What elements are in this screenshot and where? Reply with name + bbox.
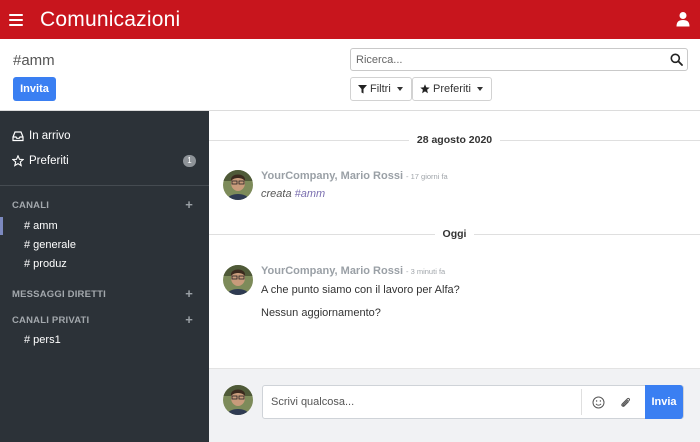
avatar[interactable]: [223, 170, 253, 200]
search-input[interactable]: [351, 49, 651, 70]
separator-line: [209, 233, 435, 235]
inbox-icon: [12, 131, 24, 142]
message-text: Nessun aggiornamento?: [261, 307, 381, 319]
sidebar: In arrivo Preferiti 1 CANALI + # amm # g…: [0, 111, 209, 442]
star-icon: [420, 84, 430, 94]
composer-box: [262, 385, 684, 419]
separator-line: [209, 139, 409, 141]
date-separator: 28 agosto 2020: [209, 133, 700, 147]
author-name[interactable]: YourCompany, Mario Rossi: [261, 170, 403, 182]
search-box: [350, 48, 688, 71]
message-text: A che punto siamo con il lavoro per Alfa…: [261, 284, 460, 296]
add-direct-message-button[interactable]: +: [185, 286, 193, 301]
message-time: - 17 giorni fa: [406, 172, 448, 181]
message-author: YourCompany, Mario Rossi - 17 giorni fa: [261, 170, 448, 182]
star-outline-icon: [12, 155, 24, 167]
top-bar: Comunicazioni: [0, 0, 700, 39]
separator-line: [500, 139, 700, 141]
message-time: - 3 minuti fa: [406, 267, 446, 276]
smiley-icon[interactable]: [592, 396, 605, 409]
date-separator-label: Oggi: [442, 228, 467, 240]
channels-heading: CANALI +: [12, 197, 197, 212]
message-input[interactable]: [271, 393, 571, 411]
message-text: creata: [261, 188, 295, 200]
composer-area: Invia: [209, 368, 700, 442]
private-channels-heading: CANALI PRIVATI +: [12, 312, 197, 327]
hamburger-icon[interactable]: [9, 13, 23, 26]
chevron-down-icon: [396, 87, 403, 91]
send-button[interactable]: Invia: [645, 385, 683, 419]
avatar[interactable]: [223, 265, 253, 295]
sidebar-item-starred[interactable]: Preferiti 1: [0, 151, 209, 171]
date-separator: Oggi: [209, 227, 700, 241]
user-icon[interactable]: [675, 11, 691, 27]
avatar: [223, 385, 253, 415]
separator-line: [474, 233, 700, 235]
sidebar-item-label: Preferiti: [29, 155, 69, 167]
invite-button[interactable]: Invita: [13, 77, 56, 101]
funnel-icon: [358, 84, 367, 93]
sidebar-channel-generale[interactable]: # generale: [0, 236, 209, 254]
channel-link[interactable]: #amm: [295, 188, 326, 200]
control-panel: #amm Invita Filtri Preferiti: [0, 39, 700, 111]
sidebar-channel-pers1[interactable]: # pers1: [0, 331, 209, 349]
favorites-label: Preferiti: [433, 83, 471, 95]
author-name[interactable]: YourCompany, Mario Rossi: [261, 265, 403, 277]
chevron-down-icon: [476, 87, 483, 91]
add-channel-button[interactable]: +: [185, 197, 193, 212]
paperclip-icon[interactable]: [619, 396, 632, 409]
channel-title: #amm: [13, 52, 55, 69]
direct-messages-heading-label: MESSAGGI DIRETTI: [12, 288, 106, 300]
add-private-channel-button[interactable]: +: [185, 312, 193, 327]
filters-dropdown[interactable]: Filtri: [350, 77, 412, 101]
date-separator-label: 28 agosto 2020: [416, 134, 493, 146]
starred-count-badge: 1: [183, 155, 196, 167]
app-title: Comunicazioni: [40, 7, 181, 31]
direct-messages-heading: MESSAGGI DIRETTI +: [12, 286, 197, 301]
message-thread: 28 agosto 2020 YourCompany, Mario Rossi -…: [209, 111, 700, 442]
sidebar-item-label: In arrivo: [29, 130, 71, 142]
composer-divider: [581, 389, 582, 415]
sidebar-item-inbox[interactable]: In arrivo: [0, 126, 209, 146]
private-channels-heading-label: CANALI PRIVATI: [12, 314, 90, 326]
message-author: YourCompany, Mario Rossi - 3 minuti fa: [261, 265, 445, 277]
message-body: creata #amm: [261, 188, 325, 200]
sidebar-channel-produz[interactable]: # produz: [0, 255, 209, 273]
sidebar-channel-amm[interactable]: # amm: [0, 217, 209, 235]
filters-label: Filtri: [370, 83, 391, 95]
sidebar-divider: [0, 185, 209, 186]
channels-heading-label: CANALI: [12, 199, 50, 211]
favorites-dropdown[interactable]: Preferiti: [412, 77, 492, 101]
search-icon[interactable]: [670, 53, 683, 66]
